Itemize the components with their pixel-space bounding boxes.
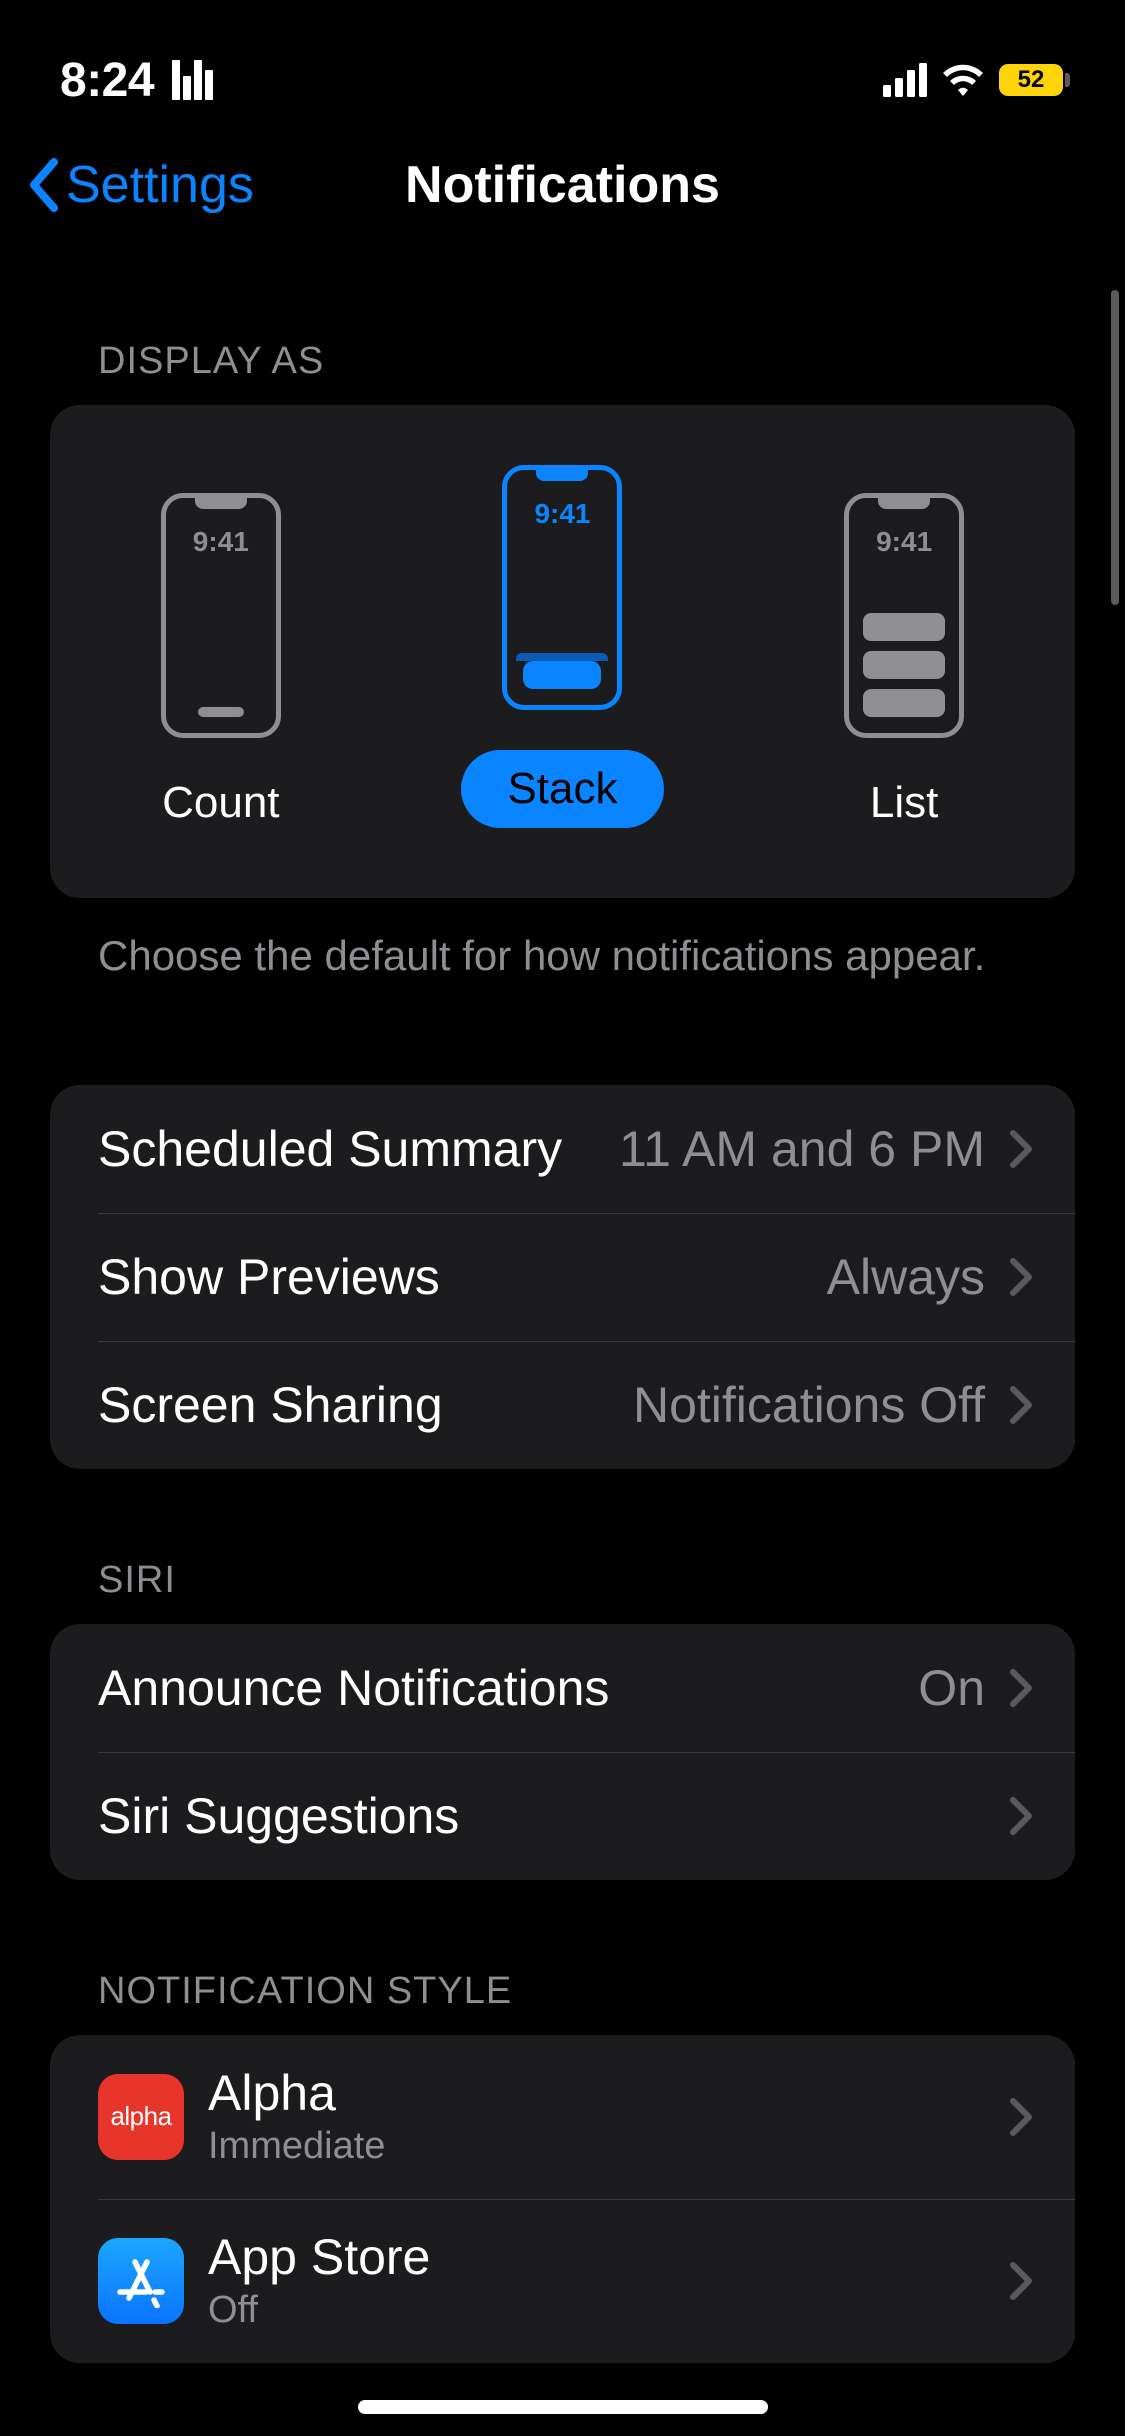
app-icon-appstore xyxy=(98,2238,184,2324)
preview-phone-count: 9:41 xyxy=(161,493,281,738)
app-subtitle: Immediate xyxy=(208,2125,385,2168)
row-scheduled-summary[interactable]: Scheduled Summary 11 AM and 6 PM xyxy=(50,1085,1075,1213)
display-as-footer: Choose the default for how notifications… xyxy=(50,898,1075,985)
chevron-right-icon xyxy=(1009,1257,1035,1297)
preview-phone-stack: 9:41 xyxy=(502,465,622,710)
preview-phone-list: 9:41 xyxy=(844,493,964,738)
scrollbar-thumb[interactable] xyxy=(1111,290,1119,605)
row-label: Scheduled Summary xyxy=(98,1120,562,1178)
chevron-right-icon xyxy=(1009,2097,1035,2137)
display-as-card: 9:41 Count 9:41 Stack 9:41 xyxy=(50,405,1075,898)
chevron-right-icon xyxy=(1009,1668,1035,1708)
preview-time: 9:41 xyxy=(166,526,276,558)
status-time: 8:24 xyxy=(60,53,154,108)
row-siri-suggestions[interactable]: Siri Suggestions xyxy=(98,1752,1075,1880)
content-scroll[interactable]: DISPLAY AS 9:41 Count 9:41 St xyxy=(0,250,1125,2423)
display-option-count[interactable]: 9:41 Count xyxy=(52,493,390,828)
activity-icon xyxy=(172,60,213,100)
row-app-alpha[interactable]: alpha Alpha Immediate xyxy=(50,2035,1075,2199)
row-label: Show Previews xyxy=(98,1248,440,1306)
app-subtitle: Off xyxy=(208,2289,430,2332)
chevron-right-icon xyxy=(1009,1385,1035,1425)
row-value: 11 AM and 6 PM xyxy=(619,1120,985,1178)
status-right: 52 xyxy=(883,63,1070,97)
preview-time: 9:41 xyxy=(507,498,617,530)
row-value: On xyxy=(918,1659,985,1717)
app-icon-alpha: alpha xyxy=(98,2074,184,2160)
preview-time: 9:41 xyxy=(849,526,959,558)
cellular-signal-icon xyxy=(883,63,927,97)
notification-style-card: alpha Alpha Immediate xyxy=(50,2035,1075,2363)
chevron-right-icon xyxy=(1009,1796,1035,1836)
back-button[interactable]: Settings xyxy=(20,155,254,215)
display-option-count-label: Count xyxy=(162,778,279,828)
home-indicator[interactable] xyxy=(358,2400,768,2414)
battery-percent: 52 xyxy=(999,64,1063,96)
chevron-right-icon xyxy=(1009,2261,1035,2301)
row-label: Siri Suggestions xyxy=(98,1787,459,1845)
row-announce-notifications[interactable]: Announce Notifications On xyxy=(50,1624,1075,1752)
row-value: Always xyxy=(827,1248,985,1306)
section-header-siri: SIRI xyxy=(50,1469,1075,1624)
section-header-display-as: DISPLAY AS xyxy=(50,250,1075,405)
display-option-list-label: List xyxy=(870,778,938,828)
chevron-right-icon xyxy=(1009,1129,1035,1169)
row-label: Announce Notifications xyxy=(98,1659,609,1717)
general-settings-card: Scheduled Summary 11 AM and 6 PM Show Pr… xyxy=(50,1085,1075,1469)
wifi-icon xyxy=(941,63,985,97)
row-show-previews[interactable]: Show Previews Always xyxy=(98,1213,1075,1341)
display-option-list[interactable]: 9:41 List xyxy=(735,493,1073,828)
back-label: Settings xyxy=(66,155,254,215)
app-name: Alpha xyxy=(208,2066,385,2121)
navigation-bar: Settings Notifications xyxy=(0,120,1125,250)
chevron-left-icon xyxy=(26,158,62,212)
display-option-stack-label: Stack xyxy=(461,750,663,828)
siri-card: Announce Notifications On Siri Suggestio… xyxy=(50,1624,1075,1880)
app-name: App Store xyxy=(208,2230,430,2285)
section-header-notification-style: NOTIFICATION STYLE xyxy=(50,1880,1075,2035)
display-option-stack[interactable]: 9:41 Stack xyxy=(393,465,731,828)
row-app-appstore[interactable]: App Store Off xyxy=(98,2199,1075,2363)
status-left: 8:24 xyxy=(60,53,213,108)
status-bar: 8:24 52 xyxy=(0,0,1125,120)
row-label: Screen Sharing xyxy=(98,1376,443,1434)
battery-icon: 52 xyxy=(999,64,1070,96)
row-value: Notifications Off xyxy=(633,1376,985,1434)
row-screen-sharing[interactable]: Screen Sharing Notifications Off xyxy=(98,1341,1075,1469)
